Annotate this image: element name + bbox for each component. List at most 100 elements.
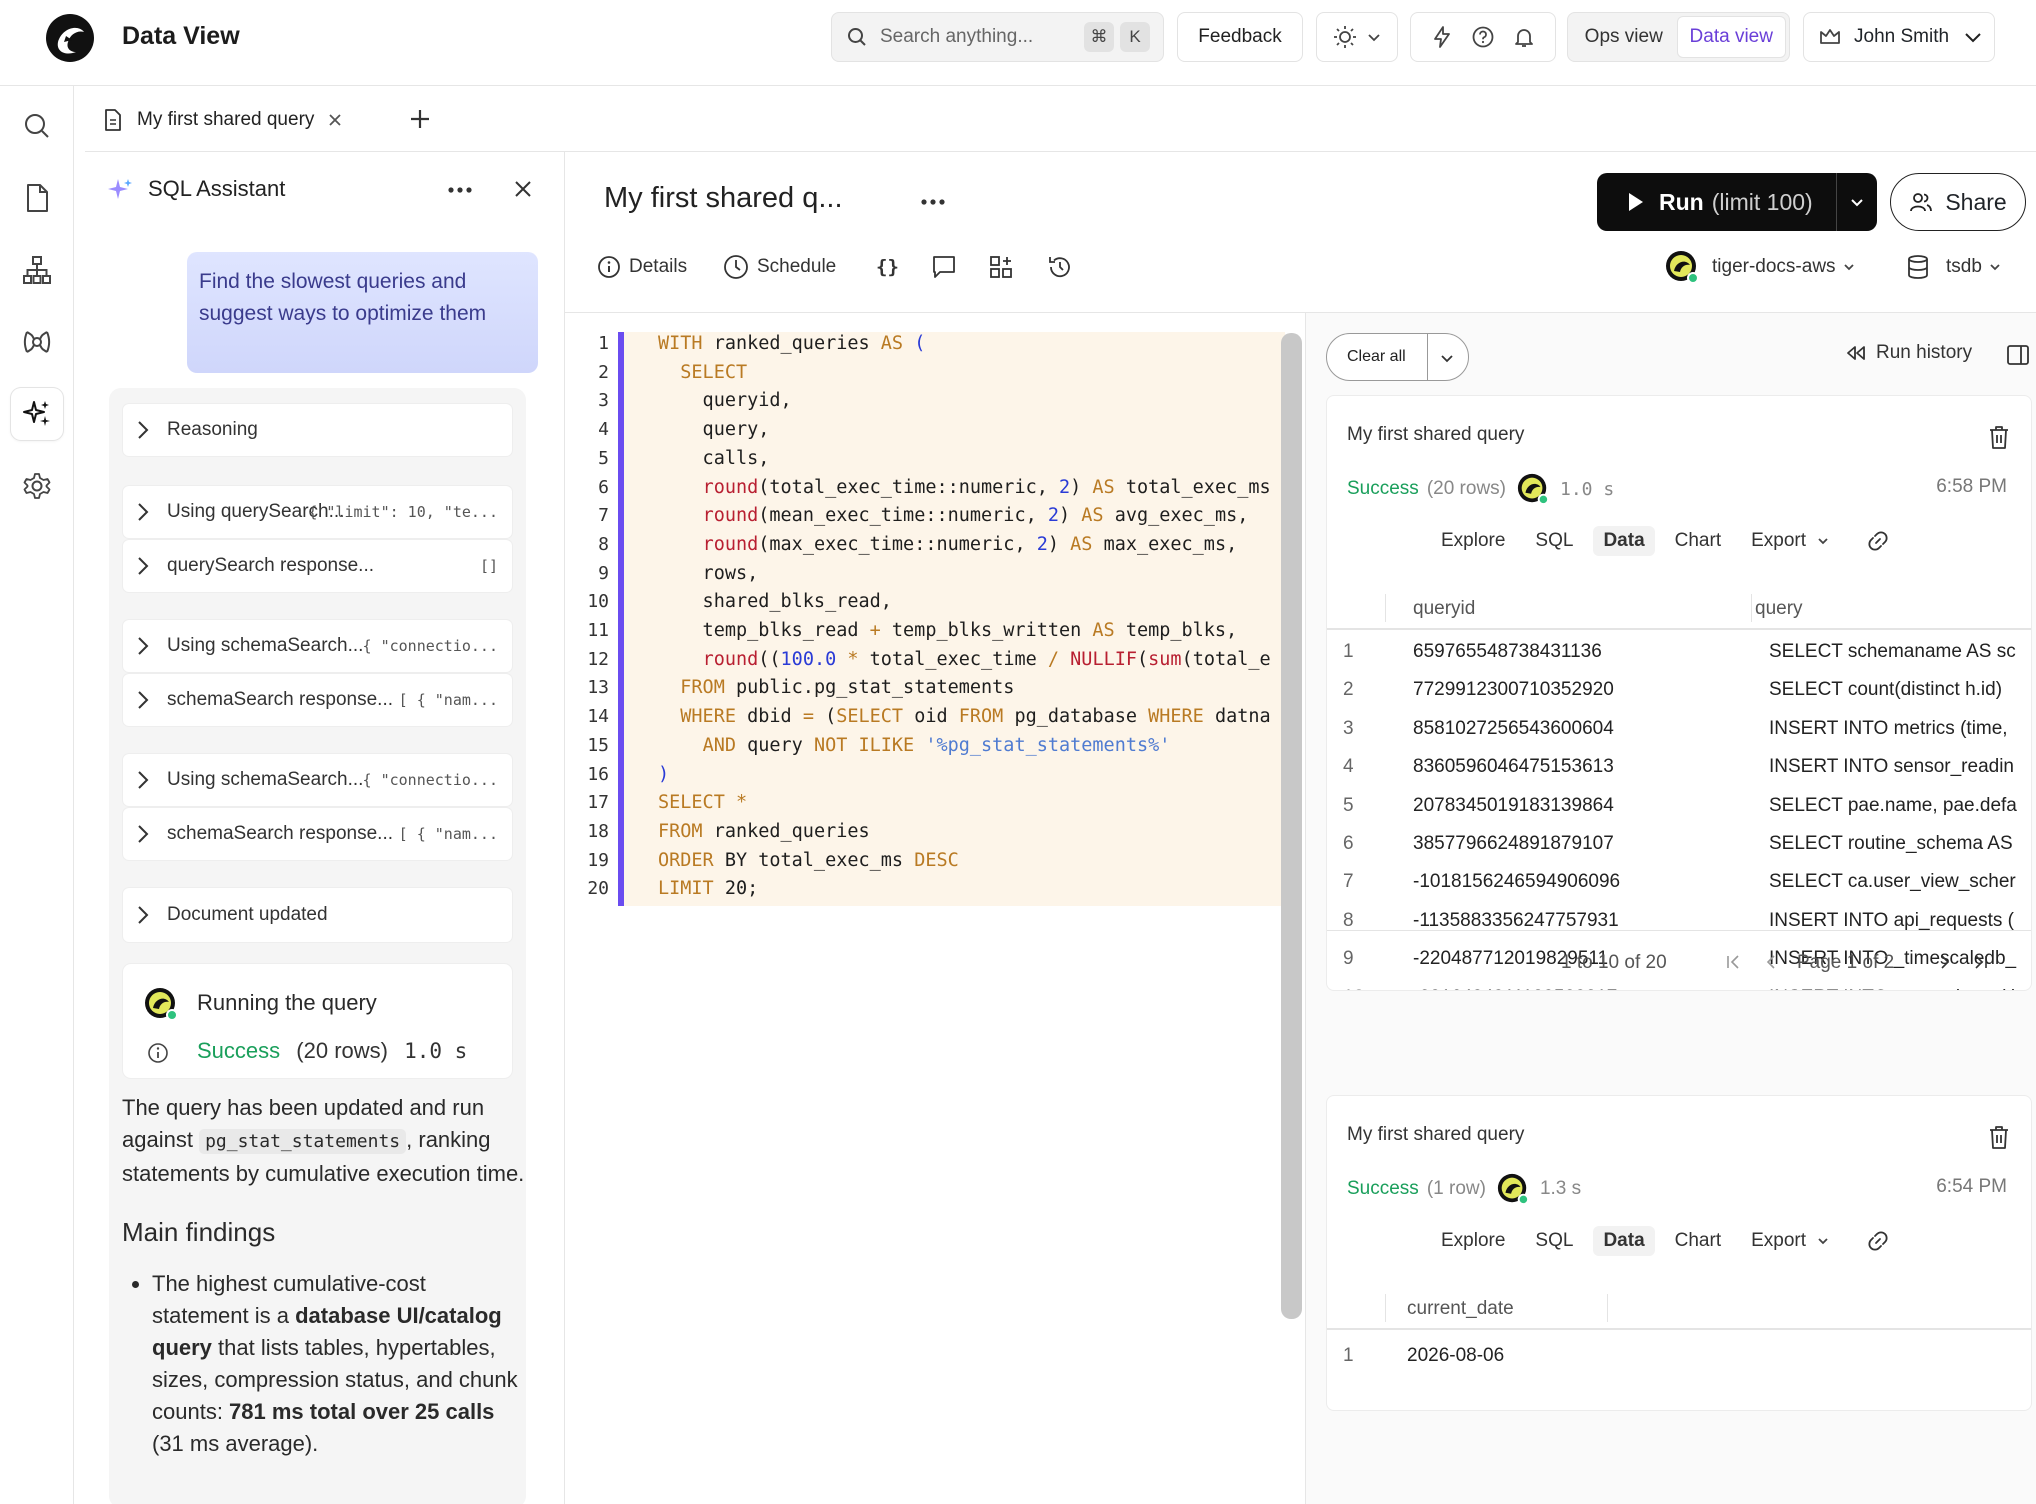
run-options-dropdown[interactable] [1836, 173, 1877, 231]
sql-editor[interactable]: 1 WITH ranked_queries AS (2 SELECT 3 query… [565, 313, 1305, 1504]
tab-data[interactable]: Data [1593, 526, 1655, 556]
export-dropdown[interactable]: Export [1751, 1230, 1806, 1252]
connection-select[interactable]: tiger-docs-aws [1664, 249, 1856, 285]
code-line[interactable]: round(total_exec_time::numeric, 2) AS to… [658, 477, 1270, 498]
table-row[interactable]: 7 -1018156246594906096 SELECT ca.user_view… [1327, 862, 2031, 900]
column-header-query[interactable]: query [1755, 598, 1803, 620]
info-icon[interactable] [147, 1042, 169, 1064]
more-options-icon[interactable] [920, 198, 946, 206]
rail-integrations-button[interactable] [11, 316, 63, 368]
code-line[interactable]: ) [658, 764, 1270, 785]
prev-page-icon[interactable] [1763, 954, 1779, 970]
theme-toggle-button[interactable] [1316, 12, 1398, 62]
lightning-icon[interactable] [1430, 25, 1454, 49]
code-line[interactable]: round(mean_exec_time::numeric, 2) AS avg… [658, 505, 1270, 526]
editor-scrollbar[interactable] [1281, 333, 1302, 1319]
rail-ai-assistant-button[interactable] [11, 388, 63, 440]
code-line[interactable]: SELECT [658, 362, 1270, 383]
tab-sql[interactable]: SQL [1535, 1230, 1573, 1252]
tab-data[interactable]: Data [1593, 1226, 1655, 1256]
code-line[interactable]: FROM public.pg_stat_statements [658, 677, 1270, 698]
tab-explore[interactable]: Explore [1441, 1230, 1505, 1252]
user-menu[interactable]: John Smith [1803, 12, 1995, 62]
step-reasoning[interactable]: Reasoning [123, 404, 512, 456]
step-document-updated[interactable]: Document updated [123, 888, 512, 942]
code-line[interactable]: AND query NOT ILIKE '%pg_stat_statements… [658, 735, 1270, 756]
format-json-button[interactable]: {} [876, 252, 899, 282]
code-line[interactable]: round((100.0 * total_exec_time / NULLIF(… [658, 649, 1270, 670]
tab-my-first-shared-query[interactable]: My first shared query [103, 102, 342, 138]
table-row[interactable]: 1 659765548738431136 SELECT schemaname AS … [1327, 632, 2031, 670]
table-row[interactable]: 5 2078345019183139864 SELECT pae.name, pae… [1327, 786, 2031, 824]
help-icon[interactable] [1471, 25, 1495, 49]
details-button[interactable]: Details [597, 252, 687, 282]
ops-view-button[interactable]: Ops view [1571, 16, 1677, 58]
code-line[interactable]: rows, [658, 563, 1270, 584]
code-line[interactable]: LIMIT 20; [658, 878, 1270, 899]
link-icon[interactable] [1866, 1229, 1890, 1253]
tab-chart[interactable]: Chart [1675, 1230, 1721, 1252]
step-query-search[interactable]: Using querySearch... { "limit": 10, "te.… [123, 486, 512, 538]
code-line[interactable]: WITH ranked_queries AS ( [658, 333, 1270, 354]
rail-schema-button[interactable] [11, 244, 63, 296]
global-search[interactable]: Search anything... ⌘ K [831, 12, 1164, 62]
schedule-button[interactable]: Schedule [723, 252, 836, 282]
chevron-down-icon[interactable] [1816, 1234, 1830, 1248]
close-icon[interactable] [514, 180, 532, 198]
trash-icon[interactable] [1987, 1124, 2011, 1150]
data-view-button[interactable]: Data view [1676, 16, 1786, 58]
database-select[interactable]: tsdb [1906, 249, 2002, 285]
new-tab-button[interactable] [403, 102, 437, 136]
step-schema-search-response-2[interactable]: schemaSearch response... [ { "nam... [123, 808, 512, 860]
document-title[interactable]: My first shared q... [604, 182, 843, 215]
code-line[interactable]: FROM ranked_queries [658, 821, 1270, 842]
trash-icon[interactable] [1987, 424, 2011, 450]
tab-chart[interactable]: Chart [1675, 530, 1721, 552]
code-line[interactable]: WHERE dbid = (SELECT oid FROM pg_databas… [658, 706, 1270, 727]
export-dropdown[interactable]: Export [1751, 530, 1806, 552]
step-schema-search[interactable]: Using schemaSearch... { "connectio... [123, 620, 512, 672]
code-line[interactable]: query, [658, 419, 1270, 440]
chevron-down-icon[interactable] [1439, 350, 1455, 366]
panel-toggle-icon[interactable] [2006, 343, 2030, 367]
rail-documents-button[interactable] [11, 172, 63, 224]
table-row[interactable]: 6 3857796624891879107 SELECT routine_schem… [1327, 824, 2031, 862]
column-header-queryid[interactable]: queryid [1413, 598, 1475, 620]
code-line[interactable]: temp_blks_read + temp_blks_written AS te… [658, 620, 1270, 641]
table-row[interactable]: 2 7729912300710352920 SELECT count(distinc… [1327, 670, 2031, 708]
table-row[interactable]: 1 2026-08-06 [1327, 1336, 2031, 1374]
rail-search-button[interactable] [11, 100, 63, 152]
table-row[interactable]: 4 8360596046475153613 INSERT INTO sensor_r… [1327, 747, 2031, 785]
step-schema-search-2[interactable]: Using schemaSearch... { "connectio... [123, 754, 512, 806]
column-header-current-date[interactable]: current_date [1407, 1298, 1514, 1320]
code-line[interactable]: queryid, [658, 390, 1270, 411]
code-line[interactable]: calls, [658, 448, 1270, 469]
first-page-icon[interactable] [1725, 954, 1741, 970]
share-button[interactable]: Share [1890, 173, 2026, 231]
code-line[interactable]: shared_blks_read, [658, 591, 1270, 612]
version-history-button[interactable] [1047, 252, 1073, 282]
rail-settings-button[interactable] [11, 460, 63, 512]
add-widget-button[interactable] [989, 252, 1013, 282]
run-history-button[interactable]: Run history [1844, 342, 1972, 364]
table-row[interactable]: 3 8581027256543600604 INSERT INTO metrics … [1327, 709, 2031, 747]
next-page-icon[interactable] [1937, 954, 1953, 970]
code-line[interactable]: SELECT * [658, 792, 1270, 813]
code-line[interactable]: ORDER BY total_exec_ms DESC [658, 850, 1270, 871]
feedback-button[interactable]: Feedback [1177, 12, 1303, 62]
bell-icon[interactable] [1512, 25, 1536, 49]
comments-button[interactable] [931, 252, 957, 282]
tab-sql[interactable]: SQL [1535, 530, 1573, 552]
tab-explore[interactable]: Explore [1441, 530, 1505, 552]
app-logo-icon[interactable] [44, 12, 96, 64]
step-schema-search-response[interactable]: schemaSearch response... [ { "nam... [123, 674, 512, 726]
more-options-icon[interactable] [447, 186, 473, 194]
close-icon[interactable] [328, 113, 342, 127]
code-line[interactable]: round(max_exec_time::numeric, 2) AS max_… [658, 534, 1270, 555]
step-query-search-response[interactable]: querySearch response... [] [123, 540, 512, 592]
last-page-icon[interactable] [1973, 954, 1989, 970]
link-icon[interactable] [1866, 529, 1890, 553]
run-button[interactable]: Run (limit 100) [1597, 173, 1877, 231]
chevron-down-icon[interactable] [1816, 534, 1830, 548]
clear-all-button[interactable]: Clear all [1326, 333, 1469, 381]
